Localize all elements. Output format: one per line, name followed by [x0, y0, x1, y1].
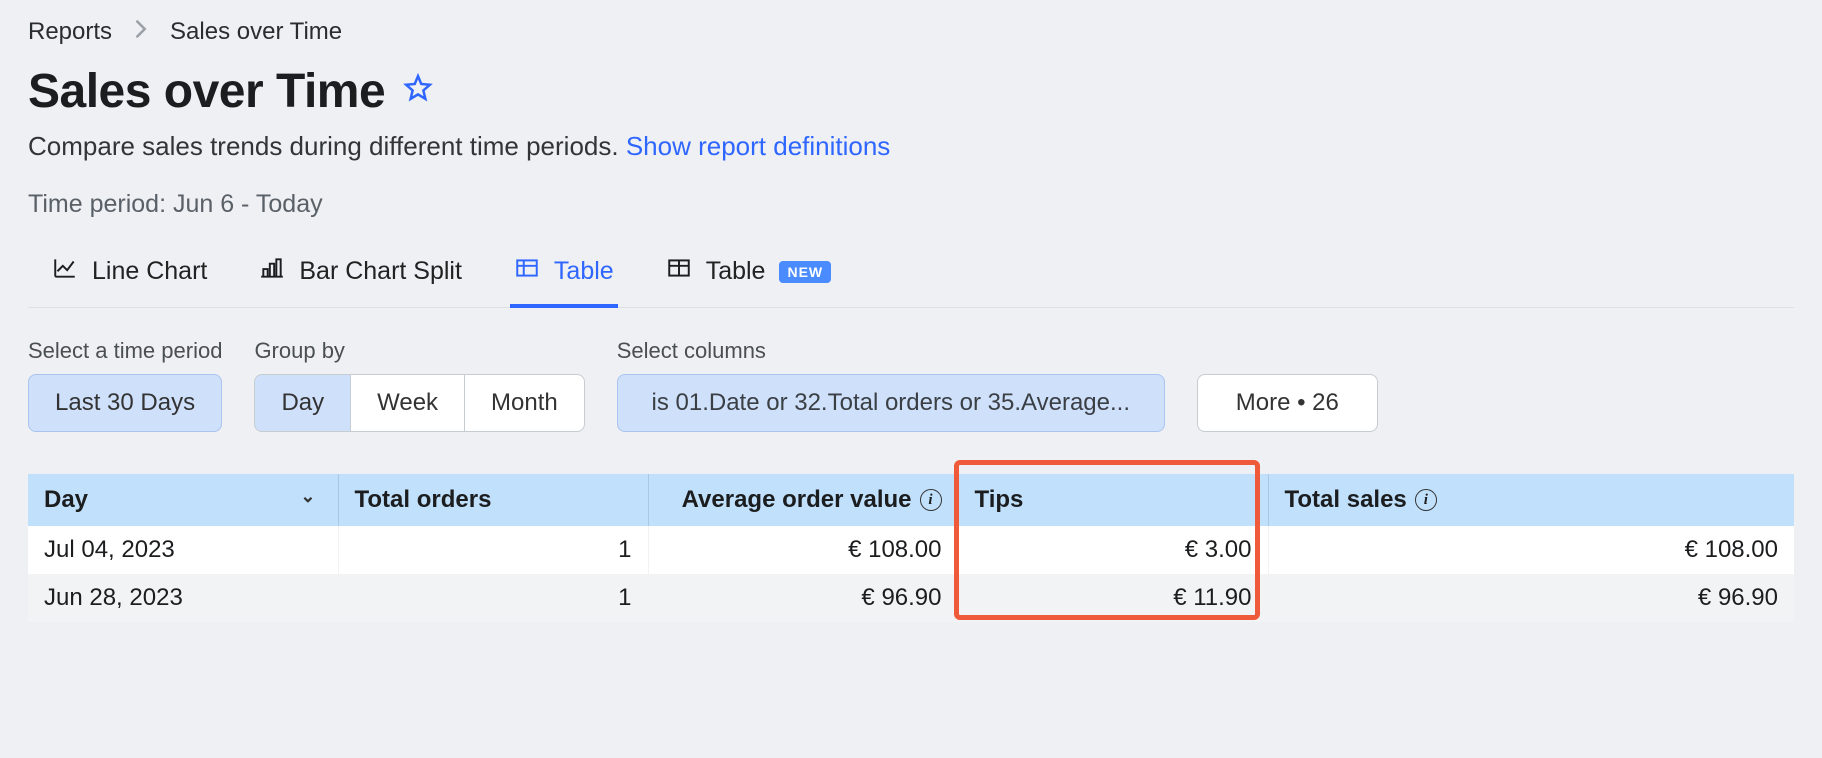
time-period-filter-label: Select a time period	[28, 338, 222, 364]
table-icon	[514, 255, 540, 288]
col-label: Total orders	[355, 486, 492, 513]
time-period-select[interactable]: Last 30 Days	[28, 374, 222, 432]
group-by-month[interactable]: Month	[464, 374, 585, 432]
data-table-wrap: Day ⌄ Total orders Average order value i	[28, 474, 1794, 622]
group-by-week[interactable]: Week	[350, 374, 464, 432]
col-label: Total sales	[1285, 486, 1407, 514]
col-label: Average order value	[682, 486, 912, 514]
tab-bar-chart-split[interactable]: Bar Chart Split	[255, 249, 466, 308]
select-columns-button[interactable]: is 01.Date or 32.Total orders or 35.Aver…	[617, 374, 1165, 432]
cell-day: Jun 28, 2023	[28, 574, 338, 622]
col-header-tips[interactable]: Tips	[958, 474, 1268, 526]
table-row: Jul 04, 2023 1 € 108.00 € 3.00 € 108.00	[28, 526, 1794, 574]
cell-avg: € 108.00	[648, 526, 958, 574]
cell-avg: € 96.90	[648, 574, 958, 622]
col-label: Day	[44, 486, 88, 514]
star-icon[interactable]	[403, 73, 433, 110]
page-title: Sales over Time	[28, 64, 385, 119]
info-icon[interactable]: i	[1415, 489, 1437, 511]
sales-table: Day ⌄ Total orders Average order value i	[28, 474, 1794, 622]
col-header-total-orders[interactable]: Total orders	[338, 474, 648, 526]
breadcrumb: Reports Sales over Time	[28, 18, 1794, 46]
show-definitions-link[interactable]: Show report definitions	[626, 131, 890, 161]
breadcrumb-reports[interactable]: Reports	[28, 18, 112, 46]
view-tabs: Line Chart Bar Chart Split Table Table N…	[28, 249, 1794, 308]
tab-line-chart[interactable]: Line Chart	[48, 249, 211, 308]
tab-label: Table	[554, 257, 614, 286]
tab-label: Line Chart	[92, 257, 207, 286]
table-row: Jun 28, 2023 1 € 96.90 € 11.90 € 96.90	[28, 574, 1794, 622]
group-by-day[interactable]: Day	[254, 374, 350, 432]
line-chart-icon	[52, 255, 78, 288]
table-icon	[666, 255, 692, 288]
subtitle-text: Compare sales trends during different ti…	[28, 131, 626, 161]
tab-label: Table	[706, 257, 766, 286]
breadcrumb-current: Sales over Time	[170, 18, 342, 46]
filters-row: Select a time period Last 30 Days Group …	[28, 338, 1794, 432]
cell-tips: € 11.90	[958, 574, 1268, 622]
cell-orders: 1	[338, 574, 648, 622]
group-by-segment: Day Week Month	[254, 374, 584, 432]
bar-chart-icon	[259, 255, 285, 288]
cell-orders: 1	[338, 526, 648, 574]
select-columns-label: Select columns	[617, 338, 1165, 364]
col-header-day[interactable]: Day ⌄	[28, 474, 338, 526]
tab-label: Bar Chart Split	[299, 257, 462, 286]
cell-tips: € 3.00	[958, 526, 1268, 574]
sort-caret-icon: ⌄	[300, 486, 315, 507]
col-header-total-sales[interactable]: Total sales i	[1268, 474, 1794, 526]
time-period-label: Time period: Jun 6 - Today	[28, 190, 1794, 219]
chevron-right-icon	[134, 18, 148, 46]
tab-table-active[interactable]: Table	[510, 249, 618, 308]
cell-total: € 108.00	[1268, 526, 1794, 574]
tab-table-new[interactable]: Table NEW	[662, 249, 835, 308]
cell-total: € 96.90	[1268, 574, 1794, 622]
page-subtitle: Compare sales trends during different ti…	[28, 131, 1794, 162]
more-filters-button[interactable]: More • 26	[1197, 374, 1378, 432]
col-label: Tips	[975, 486, 1024, 513]
info-icon[interactable]: i	[920, 489, 942, 511]
cell-day: Jul 04, 2023	[28, 526, 338, 574]
col-header-avg-order-value[interactable]: Average order value i	[648, 474, 958, 526]
group-by-label: Group by	[254, 338, 584, 364]
new-badge: NEW	[779, 261, 831, 283]
